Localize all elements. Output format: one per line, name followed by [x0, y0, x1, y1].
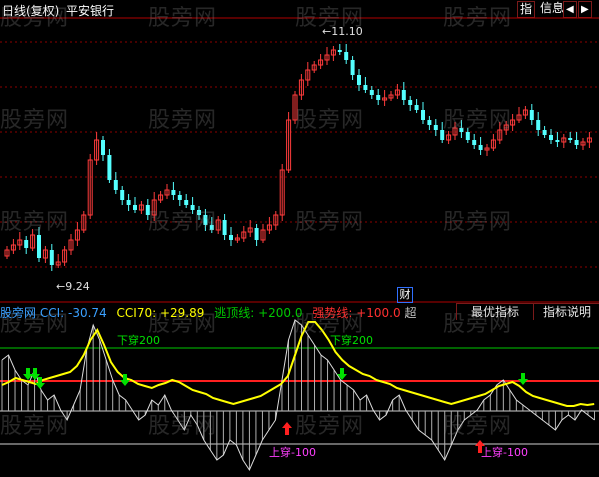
candle-body — [478, 145, 483, 150]
candle-body — [107, 155, 112, 180]
candle-body — [101, 140, 105, 155]
candle-body — [254, 228, 259, 240]
candle-body — [472, 140, 477, 145]
strong-value: +100.0 — [356, 306, 401, 320]
candle-body — [542, 130, 547, 135]
candle-body — [414, 105, 419, 110]
candle-body — [197, 210, 201, 215]
candle-body — [171, 190, 176, 195]
buy-arrow-icon — [282, 422, 292, 435]
high-price-label: ←11.10 — [322, 25, 363, 38]
candle-body — [177, 195, 182, 200]
candle-body — [229, 235, 233, 240]
cci-label: CCI: — [39, 306, 65, 320]
escape-value: +200.0 — [258, 306, 303, 320]
strong-label: 强势线: — [312, 306, 353, 320]
candle-body — [536, 120, 541, 130]
candle-body — [401, 90, 406, 100]
candle-body — [350, 60, 355, 75]
candle-body — [421, 110, 425, 120]
candle-body — [190, 205, 195, 210]
candle-body — [145, 205, 150, 215]
candle-body — [113, 180, 118, 190]
candle-body — [465, 132, 470, 140]
candle-body — [440, 130, 445, 140]
finance-marker[interactable]: 财 — [397, 287, 413, 303]
cross-down-200-label: 下穿200 — [330, 334, 373, 347]
candle-body — [120, 190, 125, 200]
indicator-legend: 股旁网 CCI: -30.74 CCI70: +29.89 逃顶线: +200.… — [0, 304, 455, 320]
cross-down-200-label: 下穿200 — [117, 334, 160, 347]
sell-arrow-icon — [518, 373, 528, 385]
candle-body — [433, 125, 438, 130]
candle-body — [126, 200, 131, 205]
sell-arrow-icon — [337, 368, 347, 380]
cci70-label: CCI70: — [116, 306, 157, 320]
escape-label: 逃顶线: — [214, 306, 255, 320]
candle-body — [568, 138, 573, 140]
candle-body — [363, 85, 368, 90]
candle-body — [369, 90, 374, 95]
cci70-value: +29.89 — [159, 306, 205, 320]
low-price-label: ←9.24 — [56, 280, 90, 293]
candle-body — [529, 110, 534, 120]
candle-body — [376, 95, 381, 100]
candle-body — [337, 50, 342, 52]
candle-body — [549, 135, 553, 140]
candlestick-series — [4, 44, 592, 271]
candle-body — [459, 128, 464, 132]
candle-body — [427, 120, 432, 125]
trailing-label: 超 — [404, 306, 417, 320]
candle-body — [555, 140, 560, 142]
candle-body — [37, 235, 41, 258]
candle-body — [184, 200, 189, 205]
candle-body — [408, 100, 413, 105]
candle-body — [344, 52, 349, 60]
cci-value: -30.74 — [68, 306, 107, 320]
chart-canvas[interactable] — [0, 0, 599, 477]
candle-body — [222, 220, 227, 235]
candle-body — [203, 215, 208, 225]
indicator-source: 股旁网 — [0, 306, 37, 320]
cross-up-neg100-label: 上穿-100 — [481, 446, 528, 459]
candle-body — [574, 140, 579, 145]
tab-indicator-help[interactable]: 指标说明 — [533, 303, 599, 320]
cross-up-neg100-label: 上穿-100 — [269, 446, 316, 459]
candle-body — [49, 250, 54, 265]
candle-body — [24, 240, 29, 248]
tab-best-indicator[interactable]: 最优指标 — [456, 303, 533, 320]
candle-body — [133, 205, 137, 210]
candle-body — [209, 225, 214, 230]
candle-body — [357, 75, 361, 85]
